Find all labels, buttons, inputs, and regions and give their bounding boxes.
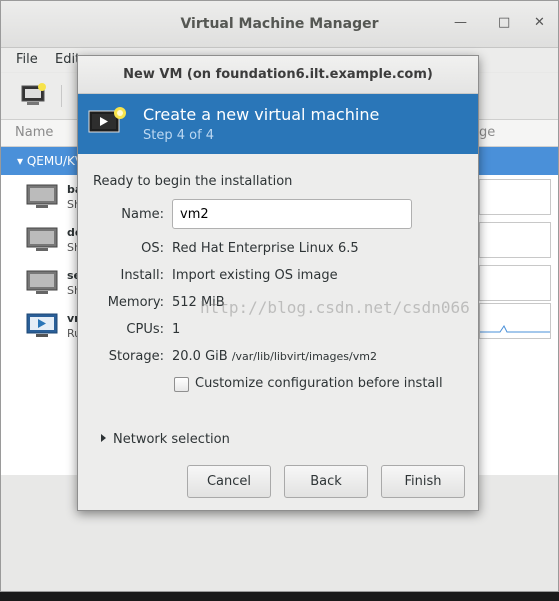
customize-checkbox[interactable]	[174, 377, 189, 392]
column-usage-header[interactable]: ge	[479, 125, 495, 140]
wizard-banner: Create a new virtual machine Step 4 of 4	[78, 94, 478, 154]
terminal-strip	[0, 0, 8, 601]
monitor-icon	[26, 184, 58, 208]
new-vm-dialog: New VM (on foundation6.ilt.example.com) …	[77, 55, 479, 511]
storage-label: Storage:	[108, 349, 164, 364]
cpu-usage-graph	[479, 303, 551, 339]
dialog-title: New VM (on foundation6.ilt.example.com)	[123, 67, 433, 82]
monitor-icon	[26, 270, 58, 294]
running-vm-icon	[26, 313, 58, 337]
cpu-usage-graph	[479, 222, 551, 258]
monitor-icon	[26, 227, 58, 251]
wizard-step: Step 4 of 4	[143, 128, 215, 143]
storage-value: 20.0 GiB /var/lib/libvirt/images/vm2	[172, 349, 377, 364]
wizard-heading: Create a new virtual machine	[143, 105, 380, 124]
ready-label: Ready to begin the installation	[93, 174, 293, 189]
network-selection-label: Network selection	[113, 432, 230, 447]
vm-name-input[interactable]	[172, 199, 412, 229]
cpus-label: CPUs:	[126, 322, 164, 337]
minimize-icon[interactable]: —	[454, 15, 467, 30]
new-vm-icon[interactable]	[21, 83, 47, 107]
memory-label: Memory:	[107, 295, 164, 310]
close-icon[interactable]: ✕	[534, 15, 545, 30]
cancel-button[interactable]: Cancel	[187, 465, 271, 498]
toolbar-separator	[61, 85, 62, 107]
cpu-usage-graph	[479, 179, 551, 215]
back-button[interactable]: Back	[284, 465, 368, 498]
finish-button[interactable]: Finish	[381, 465, 465, 498]
os-label: OS:	[141, 241, 164, 256]
name-label: Name:	[121, 207, 164, 222]
watermark: http://blog.csdn.net/csdn066	[200, 298, 470, 317]
storage-size: 20.0 GiB	[172, 349, 228, 364]
dialog-titlebar: New VM (on foundation6.ilt.example.com)	[78, 56, 478, 94]
install-label: Install:	[120, 268, 164, 283]
maximize-icon[interactable]: □	[498, 15, 510, 30]
customize-label[interactable]: Customize configuration before install	[195, 376, 443, 391]
expander-arrow-icon	[101, 434, 106, 442]
network-selection-expander[interactable]: Network selection	[101, 432, 230, 447]
os-value: Red Hat Enterprise Linux 6.5	[172, 241, 359, 256]
cpus-value: 1	[172, 322, 181, 337]
menu-file[interactable]: File	[16, 52, 38, 67]
new-vm-monitor-icon	[88, 107, 126, 133]
column-name-header[interactable]: Name	[15, 125, 53, 140]
main-titlebar: Virtual Machine Manager — □ ✕	[1, 1, 558, 48]
main-window-title: Virtual Machine Manager	[180, 16, 379, 32]
install-value: Import existing OS image	[172, 268, 338, 283]
cpu-usage-graph	[479, 265, 551, 301]
storage-path: /var/lib/libvirt/images/vm2	[231, 350, 377, 363]
